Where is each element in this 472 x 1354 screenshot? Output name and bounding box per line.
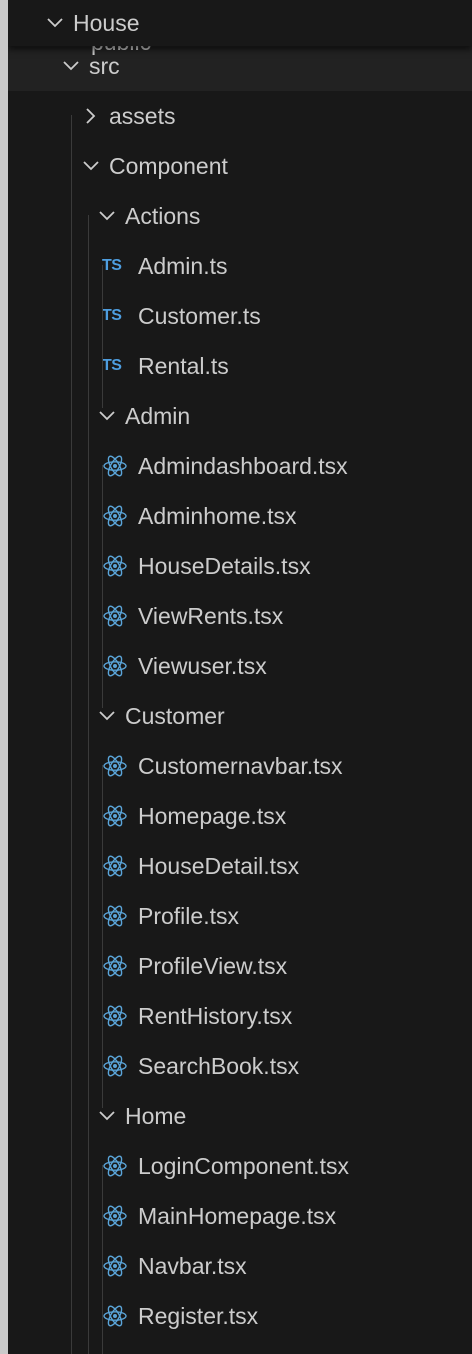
chevron-down-icon — [98, 704, 116, 728]
file-customer-ts[interactable]: TS Customer.ts — [8, 291, 472, 341]
react-file-icon — [102, 1003, 128, 1029]
item-label: Adminhome.tsx — [138, 502, 297, 529]
react-file-icon — [102, 1153, 128, 1179]
react-file-icon — [102, 1303, 128, 1329]
item-label: Navbar.tsx — [138, 1252, 247, 1279]
item-label: Admindashboard.tsx — [138, 452, 348, 479]
item-label: Customernavbar.tsx — [138, 752, 343, 779]
file-viewuser-tsx[interactable]: Viewuser.tsx — [8, 641, 472, 691]
indent-guide — [102, 1165, 103, 1354]
item-label: Profile.tsx — [138, 902, 239, 929]
react-file-icon — [102, 753, 128, 779]
file-admin-ts[interactable]: TS Admin.ts — [8, 241, 472, 291]
item-label: Home — [125, 1102, 187, 1129]
item-label: Rental.ts — [138, 352, 229, 379]
chevron-right-icon — [82, 104, 100, 128]
chevron-down-icon — [46, 11, 64, 35]
file-profile-tsx[interactable]: Profile.tsx — [8, 891, 472, 941]
file-housedetails-tsx[interactable]: HouseDetails.tsx — [8, 541, 472, 591]
file-housedetail-tsx[interactable]: HouseDetail.tsx — [8, 841, 472, 891]
file-profileview-tsx[interactable]: ProfileView.tsx — [8, 941, 472, 991]
folder-home[interactable]: Home — [8, 1091, 472, 1141]
item-label: ProfileView.tsx — [138, 952, 288, 979]
typescript-file-icon: TS — [102, 307, 122, 324]
item-label: HouseDetails.tsx — [138, 552, 311, 579]
react-file-icon — [102, 803, 128, 829]
item-label: SearchBook.tsx — [138, 1052, 300, 1079]
react-file-icon — [102, 953, 128, 979]
item-label: Homepage.tsx — [138, 802, 287, 829]
file-mainhomepage-tsx[interactable]: MainHomepage.tsx — [8, 1191, 472, 1241]
react-file-icon — [102, 503, 128, 529]
indent-guide — [102, 465, 103, 708]
folder-actions[interactable]: Actions — [8, 191, 472, 241]
item-label: ViewRents.tsx — [138, 602, 284, 629]
folder-component[interactable]: Component — [8, 141, 472, 191]
typescript-file-icon: TS — [102, 357, 122, 374]
item-label: MainHomepage.tsx — [138, 1202, 337, 1229]
file-rental-ts[interactable]: TS Rental.ts — [8, 341, 472, 391]
react-file-icon — [102, 1203, 128, 1229]
chevron-down-icon — [82, 154, 100, 178]
item-label: Customer.ts — [138, 302, 261, 329]
indent-guide — [102, 765, 103, 1108]
react-file-icon — [102, 553, 128, 579]
folder-admin[interactable]: Admin — [8, 391, 472, 441]
file-searchbook-tsx[interactable]: SearchBook.tsx — [8, 1041, 472, 1091]
item-label: Register.tsx — [138, 1302, 259, 1329]
item-label: LoginComponent.tsx — [138, 1152, 349, 1179]
file-register-tsx[interactable]: Register.tsx — [8, 1291, 472, 1341]
root-folder-house[interactable]: House — [8, 0, 472, 46]
chevron-down-icon — [98, 204, 116, 228]
file-logincomponent-tsx[interactable]: LoginComponent.tsx — [8, 1141, 472, 1191]
indent-guide — [71, 115, 72, 1354]
file-viewrents-tsx[interactable]: ViewRents.tsx — [8, 591, 472, 641]
item-label: Customer — [125, 702, 225, 729]
item-label: Component — [109, 152, 228, 179]
typescript-file-icon: TS — [102, 257, 122, 274]
item-label: Admin.ts — [138, 252, 228, 279]
react-file-icon — [102, 1253, 128, 1279]
react-file-icon — [102, 653, 128, 679]
item-label: Admin — [125, 402, 191, 429]
file-renthistory-tsx[interactable]: RentHistory.tsx — [8, 991, 472, 1041]
folder-customer[interactable]: Customer — [8, 691, 472, 741]
item-label: Actions — [125, 202, 201, 229]
item-label: RentHistory.tsx — [138, 1002, 293, 1029]
folder-assets[interactable]: assets — [8, 91, 472, 141]
indent-guide — [102, 265, 103, 408]
chevron-down-icon — [98, 1104, 116, 1128]
file-explorer: House public srcassetsComponentActionsTS… — [8, 0, 472, 1354]
item-label: assets — [109, 102, 176, 129]
file-adminhome-tsx[interactable]: Adminhome.tsx — [8, 491, 472, 541]
react-file-icon — [102, 853, 128, 879]
item-label: Viewuser.tsx — [138, 652, 267, 679]
react-file-icon — [102, 603, 128, 629]
file-admindashboard-tsx[interactable]: Admindashboard.tsx — [8, 441, 472, 491]
item-label: HouseDetail.tsx — [138, 852, 300, 879]
chevron-down-icon — [98, 404, 116, 428]
react-file-icon — [102, 1053, 128, 1079]
file-customernavbar-tsx[interactable]: Customernavbar.tsx — [8, 741, 472, 791]
root-folder-label: House — [73, 9, 140, 36]
file-homepage-tsx[interactable]: Homepage.tsx — [8, 791, 472, 841]
indent-guide — [88, 215, 89, 1354]
explorer-section-header[interactable]: House — [8, 0, 472, 46]
react-file-icon — [102, 903, 128, 929]
file-navbar-tsx[interactable]: Navbar.tsx — [8, 1241, 472, 1291]
react-file-icon — [102, 453, 128, 479]
